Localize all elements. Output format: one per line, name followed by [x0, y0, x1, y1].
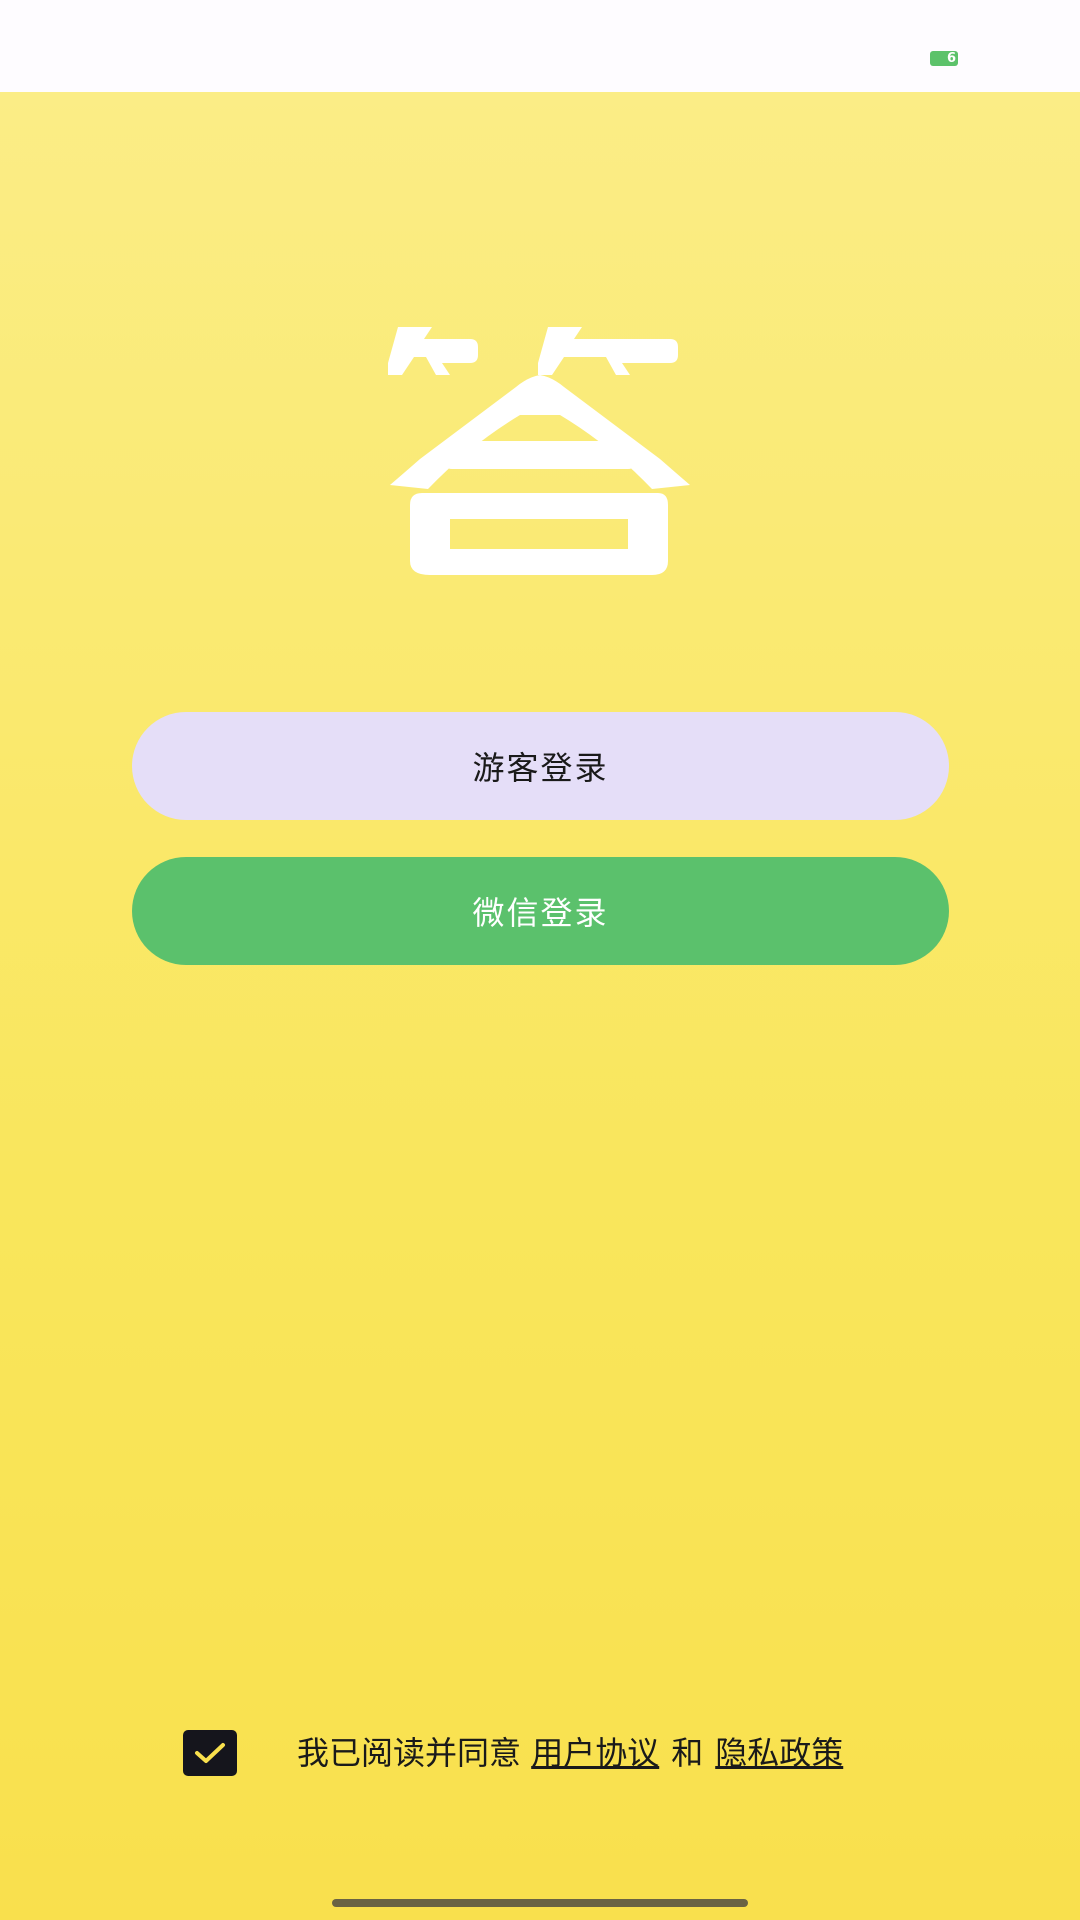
login-screen: 游客登录 微信登录 我已阅读并同意 用户协议和隐私政策	[0, 92, 1080, 1920]
agreement-row: 我已阅读并同意 用户协议和隐私政策	[0, 1725, 1080, 1785]
answer-glyph-logo	[388, 327, 690, 575]
status-bar: 6	[0, 0, 1080, 92]
battery-icon: 6	[930, 51, 958, 66]
agreement-conjunction: 和	[671, 1734, 704, 1772]
agreement-text: 我已阅读并同意 用户协议和隐私政策	[297, 1731, 843, 1775]
checkmark-icon	[195, 1743, 225, 1763]
user-agreement-link[interactable]: 用户协议	[531, 1734, 659, 1772]
guest-login-button[interactable]: 游客登录	[132, 712, 949, 820]
agreement-prefix: 我已阅读并同意	[297, 1734, 522, 1772]
wechat-login-button[interactable]: 微信登录	[132, 857, 949, 965]
battery-level: 6	[946, 51, 956, 66]
agreement-checkbox[interactable]	[183, 1730, 237, 1776]
home-indicator[interactable]	[332, 1899, 748, 1907]
privacy-policy-link[interactable]: 隐私政策	[715, 1734, 843, 1772]
